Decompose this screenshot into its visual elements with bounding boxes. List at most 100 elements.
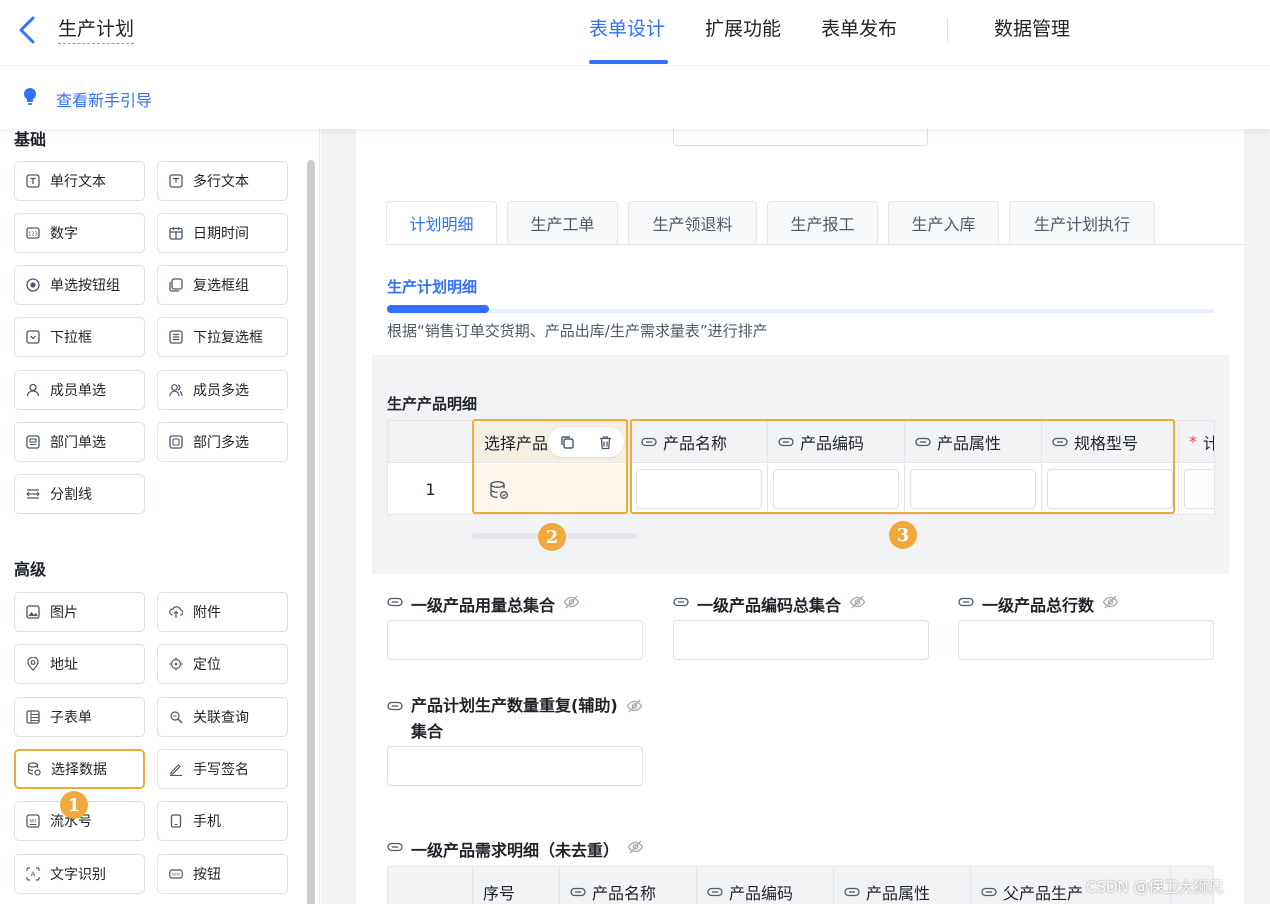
tab-extensions[interactable]: 扩展功能 xyxy=(705,17,781,41)
component-image[interactable]: 图片 xyxy=(14,592,145,632)
component-member-single[interactable]: 成员单选 xyxy=(14,370,145,410)
component-select-data[interactable]: 选择数据 xyxy=(14,749,145,789)
button-icon: BTN xyxy=(169,867,183,881)
component-sidebar: 基础 单行文本 多行文本 123 数字 日期时间 单选按钮组 复选框组 下拉框 … xyxy=(0,129,320,904)
component-number[interactable]: 123 数字 xyxy=(14,213,145,253)
table-header-spec-model[interactable]: 规格型号 xyxy=(1042,421,1179,463)
form-tab-report[interactable]: 生产报工 xyxy=(767,201,878,244)
tab-data-management[interactable]: 数据管理 xyxy=(994,17,1070,41)
beginner-guide-link[interactable]: 查看新手引导 xyxy=(56,87,152,111)
component-signature[interactable]: 手写签名 xyxy=(157,749,288,789)
table-header-product-attr[interactable]: 产品属性 xyxy=(834,867,971,904)
form-tab-material[interactable]: 生产领退料 xyxy=(628,201,757,244)
component-dropdown[interactable]: 下拉框 xyxy=(14,317,145,357)
back-button[interactable] xyxy=(14,14,42,46)
component-label: 地址 xyxy=(50,657,78,673)
table-header-product-attr[interactable]: 产品属性 xyxy=(905,421,1042,463)
link-icon xyxy=(387,701,403,711)
lightbulb-icon xyxy=(24,88,36,105)
product-code-input[interactable] xyxy=(773,469,899,509)
guide-bar: 查看新手引导 xyxy=(0,67,1270,129)
eye-off-icon[interactable] xyxy=(849,594,866,610)
spec-model-input[interactable] xyxy=(1047,469,1173,509)
column-label: 规格型号 xyxy=(1074,433,1139,453)
component-address[interactable]: 地址 xyxy=(14,644,145,684)
sidebar-scrollbar[interactable] xyxy=(307,160,315,904)
column-label: 选择产品 xyxy=(484,433,549,453)
component-single-text[interactable]: 单行文本 xyxy=(14,161,145,201)
component-dept-single[interactable]: 部门单选 xyxy=(14,422,145,462)
plan-qty-input[interactable] xyxy=(1184,469,1214,509)
field-label-text: 产品计划生产数量重复(辅助)集合 xyxy=(411,696,618,741)
section-bar xyxy=(387,305,489,313)
table-header-product-code[interactable]: 产品编码 xyxy=(768,421,905,463)
svg-text:A: A xyxy=(31,871,36,879)
column-toolbar xyxy=(548,427,624,457)
component-label: 成员多选 xyxy=(193,383,249,399)
component-button[interactable]: BTN 按钮 xyxy=(157,854,288,894)
component-checkbox-group[interactable]: 复选框组 xyxy=(157,265,288,305)
component-member-multi[interactable]: 成员多选 xyxy=(157,370,288,410)
component-ocr[interactable]: A 文字识别 xyxy=(14,854,145,894)
calendar-icon xyxy=(169,226,183,240)
table-header-plan-qty[interactable]: * 计 xyxy=(1179,421,1214,463)
database-icon[interactable] xyxy=(489,480,509,500)
component-label: 复选框组 xyxy=(193,278,249,294)
column-label: 产品属性 xyxy=(866,884,931,903)
component-subform[interactable]: 子表单 xyxy=(14,697,145,737)
top-field-input[interactable] xyxy=(673,129,928,146)
component-link-query[interactable]: 关联查询 xyxy=(157,697,288,737)
app-title[interactable]: 生产计划 xyxy=(58,17,135,44)
field-label-usage-collection: 一级产品用量总集合 xyxy=(387,592,580,616)
table-header-product-name[interactable]: 产品名称 xyxy=(631,421,768,463)
component-label: 关联查询 xyxy=(193,710,249,726)
section-title-basic: 基础 xyxy=(14,130,47,149)
departments-icon xyxy=(169,435,183,449)
serial-number-icon: NO xyxy=(26,814,40,828)
form-tab-warehousing[interactable]: 生产入库 xyxy=(888,201,999,244)
form-tab-work-order[interactable]: 生产工单 xyxy=(507,201,618,244)
component-radio-group[interactable]: 单选按钮组 xyxy=(14,265,145,305)
form-tab-plan-detail[interactable]: 计划明细 xyxy=(386,201,497,244)
component-attachment[interactable]: 附件 xyxy=(157,592,288,632)
top-header: 生产计划 表单设计 扩展功能 表单发布 数据管理 xyxy=(0,0,1270,66)
eye-off-icon[interactable] xyxy=(563,594,580,610)
eye-off-icon[interactable] xyxy=(626,698,643,714)
product-name-input[interactable] xyxy=(636,469,762,509)
section-title: 生产计划明细 xyxy=(387,278,478,296)
total-rows-input[interactable] xyxy=(958,620,1214,660)
link-query-icon xyxy=(169,710,183,724)
select-product-cell[interactable] xyxy=(474,464,631,514)
attachment-icon xyxy=(169,605,183,619)
component-datetime[interactable]: 日期时间 xyxy=(157,213,288,253)
component-label: 日期时间 xyxy=(193,226,249,242)
component-multi-text[interactable]: 多行文本 xyxy=(157,161,288,201)
component-locate[interactable]: 定位 xyxy=(157,644,288,684)
subform-title: 生产产品明细 xyxy=(387,395,478,413)
table-header-product-name[interactable]: 产品名称 xyxy=(560,867,697,904)
product-attr-input[interactable] xyxy=(910,469,1036,509)
component-divider[interactable]: 分割线 xyxy=(14,474,145,514)
component-dept-multi[interactable]: 部门多选 xyxy=(157,422,288,462)
form-tab-execution[interactable]: 生产计划执行 xyxy=(1009,201,1155,244)
usage-collection-input[interactable] xyxy=(387,620,643,660)
table-header-seq[interactable]: 序号 xyxy=(473,867,560,904)
eye-off-icon[interactable] xyxy=(627,839,644,855)
table-header-product-code[interactable]: 产品编码 xyxy=(697,867,834,904)
eye-off-icon[interactable] xyxy=(1102,594,1119,610)
component-phone[interactable]: 手机 xyxy=(157,801,288,841)
component-dropdown-multi[interactable]: 下拉复选框 xyxy=(157,317,288,357)
divider-icon xyxy=(26,487,40,501)
link-icon xyxy=(1052,437,1068,446)
component-label: 子表单 xyxy=(50,710,92,726)
tab-form-publish[interactable]: 表单发布 xyxy=(821,17,897,41)
plan-qty-collection-input[interactable] xyxy=(387,746,643,786)
code-collection-input[interactable] xyxy=(673,620,929,660)
component-label: 部门单选 xyxy=(50,435,106,451)
svg-text:NO: NO xyxy=(30,819,37,825)
component-label: 多行文本 xyxy=(193,174,249,190)
copy-icon[interactable] xyxy=(559,434,576,451)
trash-icon[interactable] xyxy=(597,434,614,451)
component-label: 单行文本 xyxy=(50,174,106,190)
tab-form-design[interactable]: 表单设计 xyxy=(589,17,665,41)
